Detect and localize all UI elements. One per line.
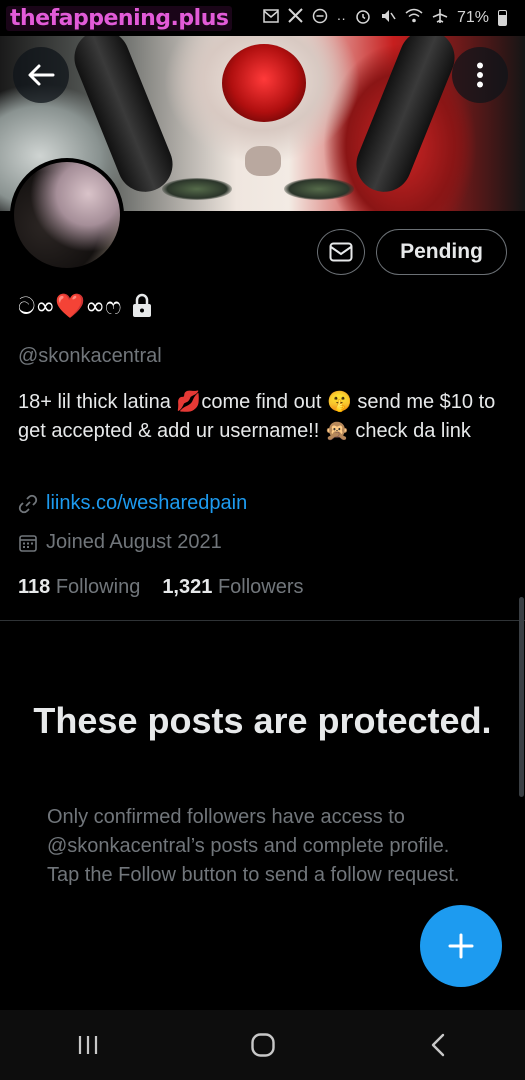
status-bar: thefappening.plus ·· 71%: [0, 0, 525, 36]
back-icon: [431, 1033, 444, 1057]
followers-count: 1,321: [162, 576, 213, 598]
mail-icon: [262, 8, 279, 28]
mute-icon: [380, 8, 396, 29]
more-dots-icon: ··: [336, 10, 346, 26]
protected-title: These posts are protected.: [33, 700, 492, 741]
banner-detail: [245, 146, 281, 176]
calendar-icon: [19, 534, 37, 552]
followers-label: Followers: [217, 576, 304, 598]
banner-detail: [284, 178, 354, 200]
more-vertical-icon: [477, 62, 483, 88]
alarm-icon: [355, 8, 371, 29]
dnd-icon: [312, 8, 328, 29]
recents-button[interactable]: [58, 1015, 118, 1075]
back-button[interactable]: [13, 47, 69, 103]
handle: @skonkacentral: [18, 345, 162, 367]
lock-icon: [131, 293, 153, 319]
scrollbar[interactable]: [519, 597, 524, 797]
display-name-row: ට∞❤️∞ෆ: [18, 292, 153, 320]
x-icon: [287, 8, 303, 28]
airplane-icon: [432, 8, 448, 29]
arrow-left-icon: [28, 64, 55, 86]
following-count: 118: [18, 576, 51, 598]
message-button[interactable]: [317, 229, 365, 275]
following-label: Following: [55, 576, 141, 598]
banner-detail: [348, 36, 463, 201]
status-icons: ·· 71%: [262, 8, 507, 29]
wifi-icon: [405, 8, 423, 28]
system-nav-bar: [0, 1010, 525, 1080]
link-icon: [18, 494, 38, 513]
envelope-icon: [329, 242, 353, 262]
joined-row: Joined August 2021: [18, 531, 222, 554]
protected-body: Only confirmed followers have access to …: [47, 806, 460, 886]
plus-icon: [448, 933, 474, 959]
more-options-button[interactable]: [452, 47, 508, 103]
banner-detail: [162, 178, 232, 200]
banner-detail: [222, 44, 306, 122]
battery-icon: [498, 10, 507, 26]
pending-button[interactable]: Pending: [376, 229, 507, 275]
bio: 18+ lil thick latina 💋come find out 🤫 se…: [18, 391, 496, 442]
watermark: thefappening.plus: [6, 5, 233, 31]
avatar[interactable]: [10, 158, 124, 272]
display-name: ට∞❤️∞ෆ: [18, 292, 122, 320]
battery-percent: 71%: [456, 9, 489, 26]
compose-button[interactable]: [420, 905, 502, 987]
profile-link-row: liinks.co/wesharedpain: [18, 492, 247, 515]
recents-icon: [78, 1036, 97, 1054]
home-button[interactable]: [233, 1015, 293, 1075]
followers-link[interactable]: 1,321 Followers: [162, 576, 303, 599]
back-nav-button[interactable]: [408, 1015, 468, 1075]
follow-stats: 118 Following 1,321 Followers: [18, 576, 304, 599]
joined-date: Joined August 2021: [46, 531, 222, 553]
avatar-image: [14, 162, 120, 268]
home-icon: [250, 1033, 275, 1057]
following-link[interactable]: 118 Following: [18, 576, 140, 599]
profile-link[interactable]: liinks.co/wesharedpain: [46, 492, 247, 515]
